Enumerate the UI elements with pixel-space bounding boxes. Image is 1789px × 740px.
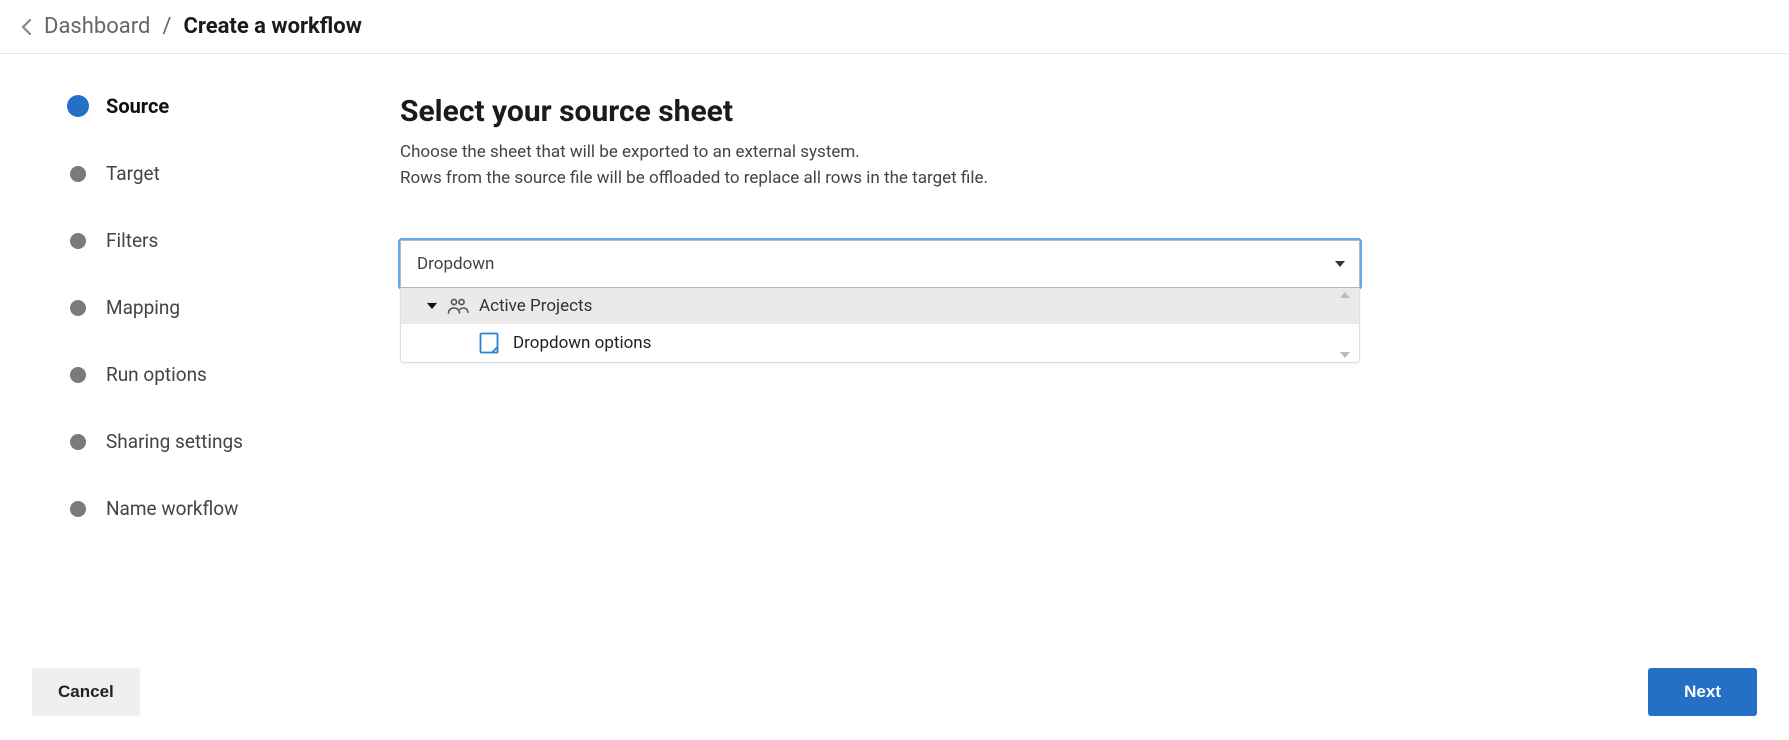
breadcrumb-current: Create a workflow: [183, 14, 361, 39]
footer: Cancel Next: [0, 668, 1789, 716]
step-dot-icon: [70, 501, 86, 517]
step-dot-icon: [70, 300, 86, 316]
page-subtitle-line2: Rows from the source file will be offloa…: [400, 165, 1360, 191]
step-run-options[interactable]: Run options: [70, 363, 376, 386]
header: Dashboard / Create a workflow: [0, 0, 1789, 54]
dropdown-menu: Active Projects Dropdown options: [400, 288, 1360, 363]
step-list: Source Target Filters Mapping Run option…: [70, 94, 376, 520]
step-sharing-settings[interactable]: Sharing settings: [70, 430, 376, 453]
step-mapping[interactable]: Mapping: [70, 296, 376, 319]
folder-label: Active Projects: [479, 296, 592, 316]
step-label: Name workflow: [106, 497, 238, 520]
step-label: Target: [106, 162, 160, 185]
step-dot-icon: [70, 166, 86, 182]
step-source[interactable]: Source: [70, 94, 376, 118]
step-dot-icon: [70, 233, 86, 249]
page-title: Select your source sheet: [400, 94, 1360, 129]
step-target[interactable]: Target: [70, 162, 376, 185]
sheet-icon: [479, 332, 499, 354]
next-button[interactable]: Next: [1648, 668, 1757, 716]
step-name-workflow[interactable]: Name workflow: [70, 497, 376, 520]
step-label: Source: [106, 94, 169, 118]
step-label: Run options: [106, 363, 207, 386]
sheet-label: Dropdown options: [513, 333, 651, 353]
step-label: Sharing settings: [106, 430, 243, 453]
triangle-down-icon: [427, 303, 437, 309]
sidebar: Source Target Filters Mapping Run option…: [0, 94, 400, 520]
sheet-row-dropdown-options[interactable]: Dropdown options: [401, 324, 1359, 362]
source-sheet-dropdown[interactable]: Dropdown: [400, 240, 1360, 288]
folder-row-active-projects[interactable]: Active Projects: [401, 288, 1359, 324]
people-icon: [447, 298, 469, 314]
step-dot-icon: [70, 367, 86, 383]
back-icon[interactable]: [20, 15, 38, 39]
step-label: Filters: [106, 229, 158, 252]
breadcrumb-dashboard[interactable]: Dashboard: [44, 14, 150, 39]
scroll-up-icon[interactable]: [1340, 292, 1350, 298]
breadcrumb-separator: /: [156, 14, 177, 39]
cancel-button[interactable]: Cancel: [32, 668, 140, 716]
dropdown-scrollbar[interactable]: [1340, 288, 1356, 362]
dropdown-value: Dropdown: [417, 254, 494, 274]
step-dot-icon: [67, 95, 89, 117]
step-dot-icon: [70, 434, 86, 450]
page-subtitle-line1: Choose the sheet that will be exported t…: [400, 139, 1360, 165]
content: Select your source sheet Choose the shee…: [400, 94, 1480, 520]
scroll-down-icon[interactable]: [1340, 352, 1350, 358]
caret-down-icon: [1335, 261, 1345, 267]
step-filters[interactable]: Filters: [70, 229, 376, 252]
step-label: Mapping: [106, 296, 180, 319]
